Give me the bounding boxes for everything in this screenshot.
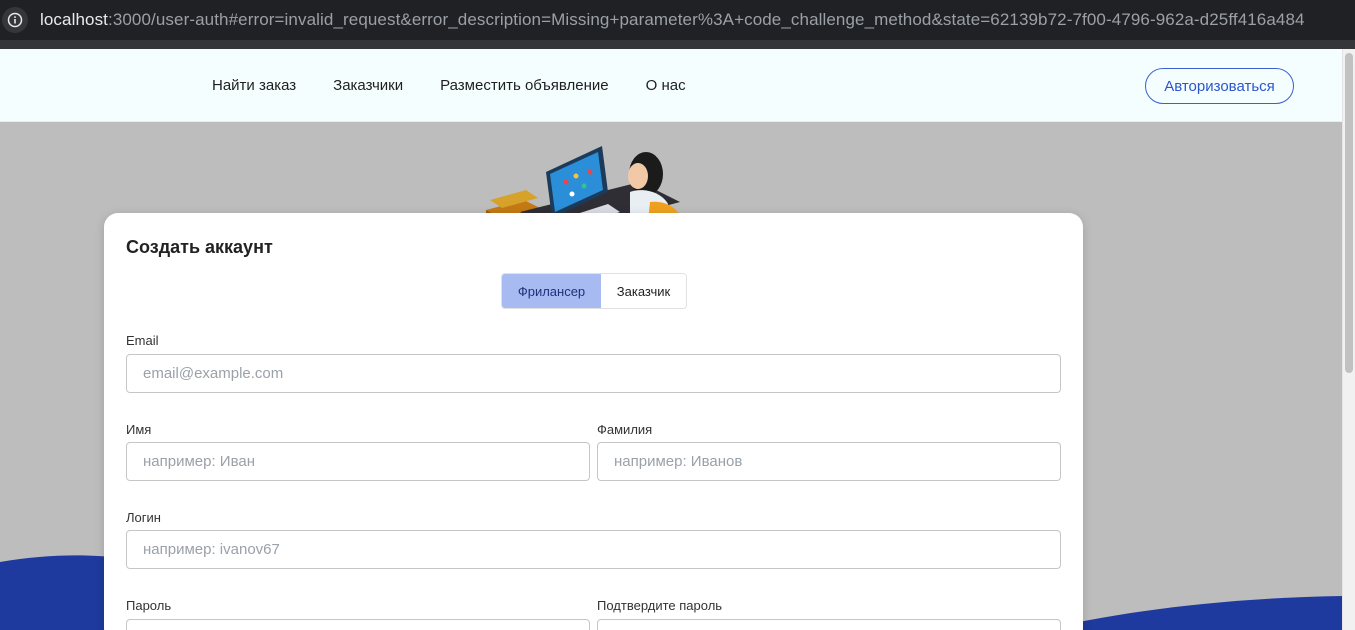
signup-card: Создать аккаунт Фрилансер Заказчик Email… [104,213,1083,630]
last-name-field[interactable] [597,442,1061,481]
first-name-label: Имя [126,422,152,437]
password-field[interactable] [126,619,590,630]
email-label: Email [126,333,159,348]
url-host: localhost [40,10,108,29]
nav-customers[interactable]: Заказчики [333,77,403,94]
scrollbar-thumb[interactable] [1345,53,1353,373]
card-title: Создать аккаунт [126,237,273,257]
login-button[interactable]: Авторизоваться [1145,68,1294,104]
nav-find-order[interactable]: Найти заказ [212,77,296,94]
site-header: Найти заказ Заказчики Разместить объявле… [0,49,1342,122]
role-toggle: Фрилансер Заказчик [501,273,687,309]
last-name-label: Фамилия [597,422,653,437]
browser-address-bar: localhost:3000/user-auth#error=invalid_r… [0,0,1355,40]
confirm-password-label: Подтвердите пароль [597,598,723,613]
nav-post-ad[interactable]: Разместить объявление [440,77,608,94]
first-name-field[interactable] [126,442,590,481]
password-label: Пароль [126,598,172,613]
info-icon[interactable] [2,7,28,33]
role-freelancer-button[interactable]: Фрилансер [502,274,601,308]
browser-toolbar-divider [0,40,1355,49]
page-scrollbar[interactable] [1342,49,1355,630]
login-label: Логин [126,510,161,525]
role-customer-button[interactable]: Заказчик [601,274,686,308]
confirm-password-field[interactable] [597,619,1061,630]
url-field[interactable]: localhost:3000/user-auth#error=invalid_r… [40,10,1305,30]
url-path: :3000/user-auth#error=invalid_request&er… [108,10,1305,29]
nav-about[interactable]: О нас [646,77,686,94]
login-field[interactable] [126,530,1061,569]
email-field[interactable] [126,354,1061,393]
main-nav: Найти заказ Заказчики Разместить объявле… [212,49,723,122]
